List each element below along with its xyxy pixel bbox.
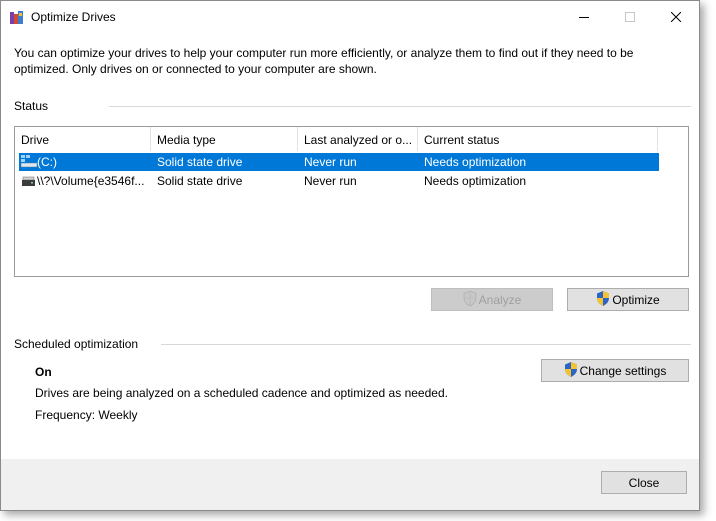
analyze-label: Analyze (478, 292, 522, 307)
change-settings-button[interactable]: Change settings (541, 359, 689, 382)
change-settings-label: Change settings (579, 363, 667, 378)
drive-row-volume[interactable]: \\?\Volume{e3546f... Solid state drive N… (19, 172, 659, 190)
uac-shield-icon (564, 361, 578, 380)
minimize-button[interactable] (561, 1, 607, 33)
list-header: Drive Media type Last analyzed or o... C… (15, 127, 688, 151)
volume-drive-icon (21, 174, 37, 193)
dialog-footer: Close (1, 459, 699, 510)
close-label: Close (628, 475, 660, 490)
close-button[interactable]: Close (601, 471, 687, 494)
scheduled-description: Drives are being analyzed on a scheduled… (35, 386, 448, 400)
drive-name: \\?\Volume{e3546f... (37, 174, 145, 188)
scheduled-section-label: Scheduled optimization (14, 337, 139, 351)
minimize-icon (579, 17, 589, 18)
scheduled-state: On (35, 365, 52, 379)
optimize-label: Optimize (612, 292, 660, 307)
drive-row-c[interactable]: (C:) Solid state drive Never run Needs o… (19, 153, 659, 171)
scheduled-divider (161, 344, 691, 345)
column-header-media-type[interactable]: Media type (151, 127, 298, 151)
media-type: Solid state drive (157, 155, 243, 169)
current-status: Needs optimization (424, 155, 527, 169)
drives-list[interactable]: Drive Media type Last analyzed or o... C… (14, 126, 689, 277)
title-bar[interactable]: Optimize Drives (1, 1, 699, 33)
analyze-button[interactable]: Analyze (431, 288, 553, 311)
ssd-drive-icon (21, 154, 37, 173)
intro-text: You can optimize your drives to help you… (14, 46, 634, 76)
optimize-drives-window: Optimize Drives You can optimize your dr… (0, 0, 700, 511)
maximize-icon (625, 12, 635, 22)
current-status: Needs optimization (424, 174, 527, 188)
status-section-label: Status (14, 99, 49, 113)
shield-icon (463, 290, 477, 309)
window-content: Optimize Drives You can optimize your dr… (1, 1, 699, 459)
maximize-button[interactable] (607, 1, 653, 33)
optimize-button[interactable]: Optimize (567, 288, 689, 311)
last-analyzed: Never run (304, 174, 357, 188)
window-title: Optimize Drives (31, 10, 116, 24)
close-icon (671, 12, 681, 22)
media-type: Solid state drive (157, 174, 243, 188)
scheduled-frequency: Frequency: Weekly (35, 408, 138, 422)
last-analyzed: Never run (304, 155, 357, 169)
drive-name: (C:) (37, 155, 57, 169)
status-divider (109, 106, 691, 107)
uac-shield-icon (596, 290, 610, 309)
column-header-current-status[interactable]: Current status (418, 127, 658, 151)
column-header-drive[interactable]: Drive (15, 127, 151, 151)
close-window-button[interactable] (653, 1, 699, 33)
defrag-app-icon (10, 10, 24, 24)
column-header-last-analyzed[interactable]: Last analyzed or o... (298, 127, 418, 151)
